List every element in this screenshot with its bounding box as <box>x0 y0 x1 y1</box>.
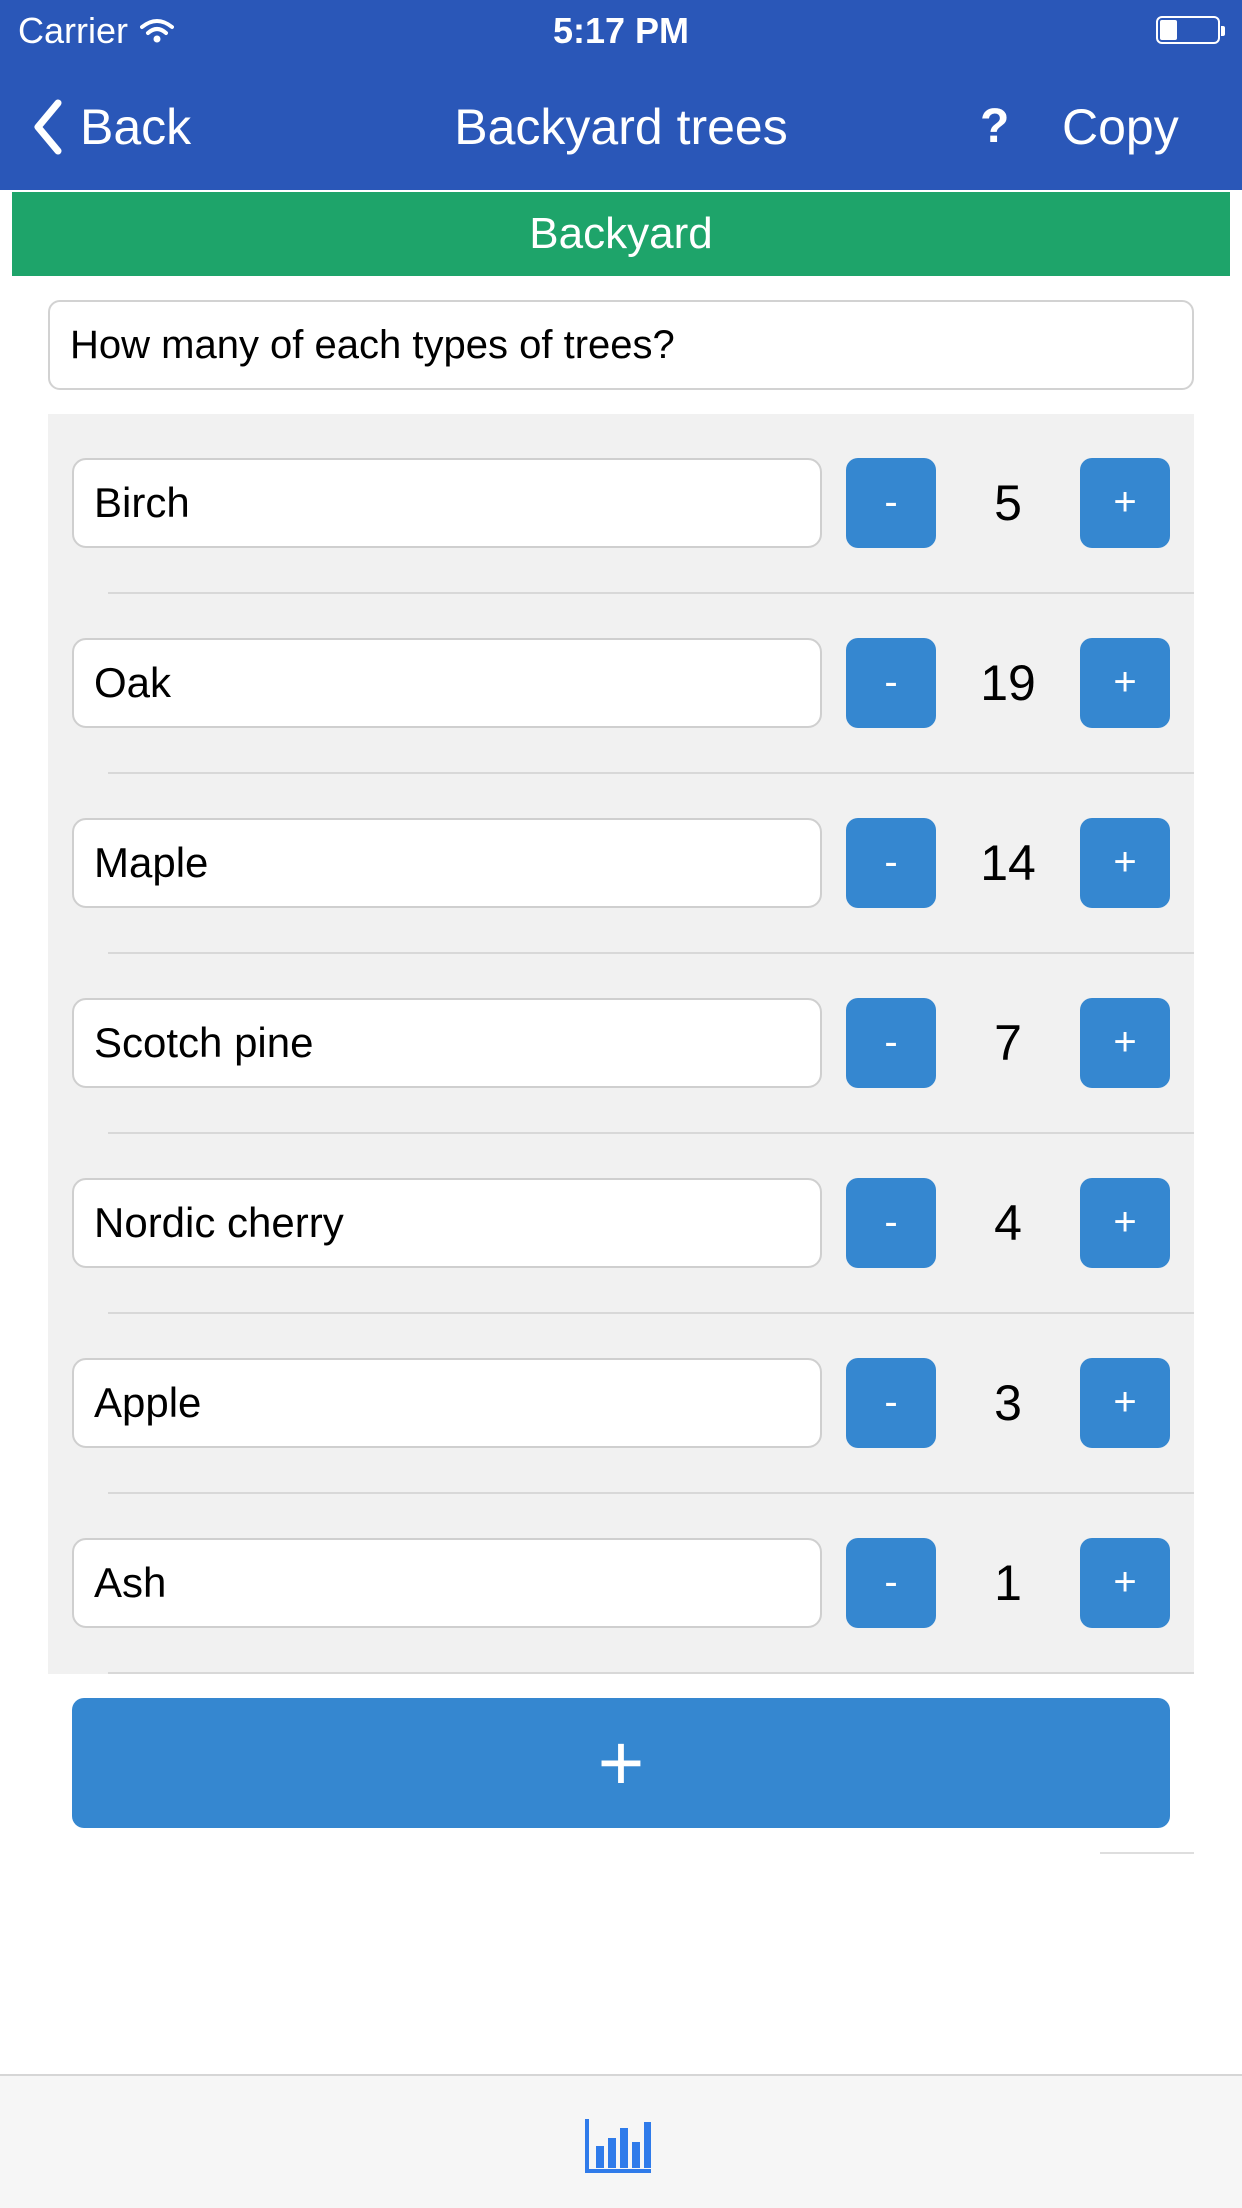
decrement-button[interactable]: - <box>846 998 936 1088</box>
tree-name-input[interactable]: Apple <box>72 1358 822 1448</box>
tree-name-input[interactable]: Nordic cherry <box>72 1178 822 1268</box>
list-item: Scotch pine - 7 + <box>48 954 1194 1134</box>
increment-button[interactable]: + <box>1080 1538 1170 1628</box>
decrement-button[interactable]: - <box>846 818 936 908</box>
copy-button[interactable]: Copy <box>1062 96 1179 158</box>
battery-icon <box>1156 16 1225 44</box>
tree-name-input[interactable]: Maple <box>72 818 822 908</box>
page-title: Backyard trees <box>454 99 788 155</box>
tree-count: 1 <box>994 1555 1022 1611</box>
tree-name-input[interactable]: Birch <box>72 458 822 548</box>
divider <box>1100 1852 1194 1854</box>
increment-button[interactable]: + <box>1080 1178 1170 1268</box>
tree-count: 14 <box>980 835 1036 891</box>
list-item: Oak - 19 + <box>48 594 1194 774</box>
decrement-button[interactable]: - <box>846 638 936 728</box>
add-item-button[interactable]: + <box>72 1698 1170 1828</box>
decrement-button[interactable]: - <box>846 1538 936 1628</box>
help-button[interactable]: ? <box>980 96 1009 158</box>
bar-chart-icon[interactable] <box>584 2116 654 2174</box>
tree-name-input[interactable]: Oak <box>72 638 822 728</box>
bottom-toolbar <box>0 2074 1242 2208</box>
decrement-button[interactable]: - <box>846 1358 936 1448</box>
tree-count: 7 <box>994 1015 1022 1071</box>
tree-count: 5 <box>994 475 1022 531</box>
navigation-bar: Carrier 5:17 PM Back Backyard trees ? Co… <box>0 0 1242 190</box>
question-field[interactable]: How many of each types of trees? <box>48 300 1194 390</box>
increment-button[interactable]: + <box>1080 458 1170 548</box>
tree-count: 19 <box>980 655 1036 711</box>
tree-count: 3 <box>994 1375 1022 1431</box>
decrement-button[interactable]: - <box>846 1178 936 1268</box>
increment-button[interactable]: + <box>1080 818 1170 908</box>
increment-button[interactable]: + <box>1080 1358 1170 1448</box>
list-item: Birch - 5 + <box>48 414 1194 594</box>
decrement-button[interactable]: - <box>846 458 936 548</box>
battery-level <box>1160 20 1177 40</box>
increment-button[interactable]: + <box>1080 998 1170 1088</box>
tree-name-input[interactable]: Scotch pine <box>72 998 822 1088</box>
row-divider <box>108 1672 1194 1674</box>
list-item: Maple - 14 + <box>48 774 1194 954</box>
list-item: Ash - 1 + <box>48 1494 1194 1674</box>
tree-list: Birch - 5 + Oak - 19 + Maple - 14 + Scot… <box>48 414 1194 1674</box>
tree-count: 4 <box>994 1195 1022 1251</box>
list-item: Apple - 3 + <box>48 1314 1194 1494</box>
status-time: 5:17 PM <box>552 10 690 51</box>
tree-name-input[interactable]: Ash <box>72 1538 822 1628</box>
increment-button[interactable]: + <box>1080 638 1170 728</box>
list-item: Nordic cherry - 4 + <box>48 1134 1194 1314</box>
section-header: Backyard <box>12 192 1230 276</box>
